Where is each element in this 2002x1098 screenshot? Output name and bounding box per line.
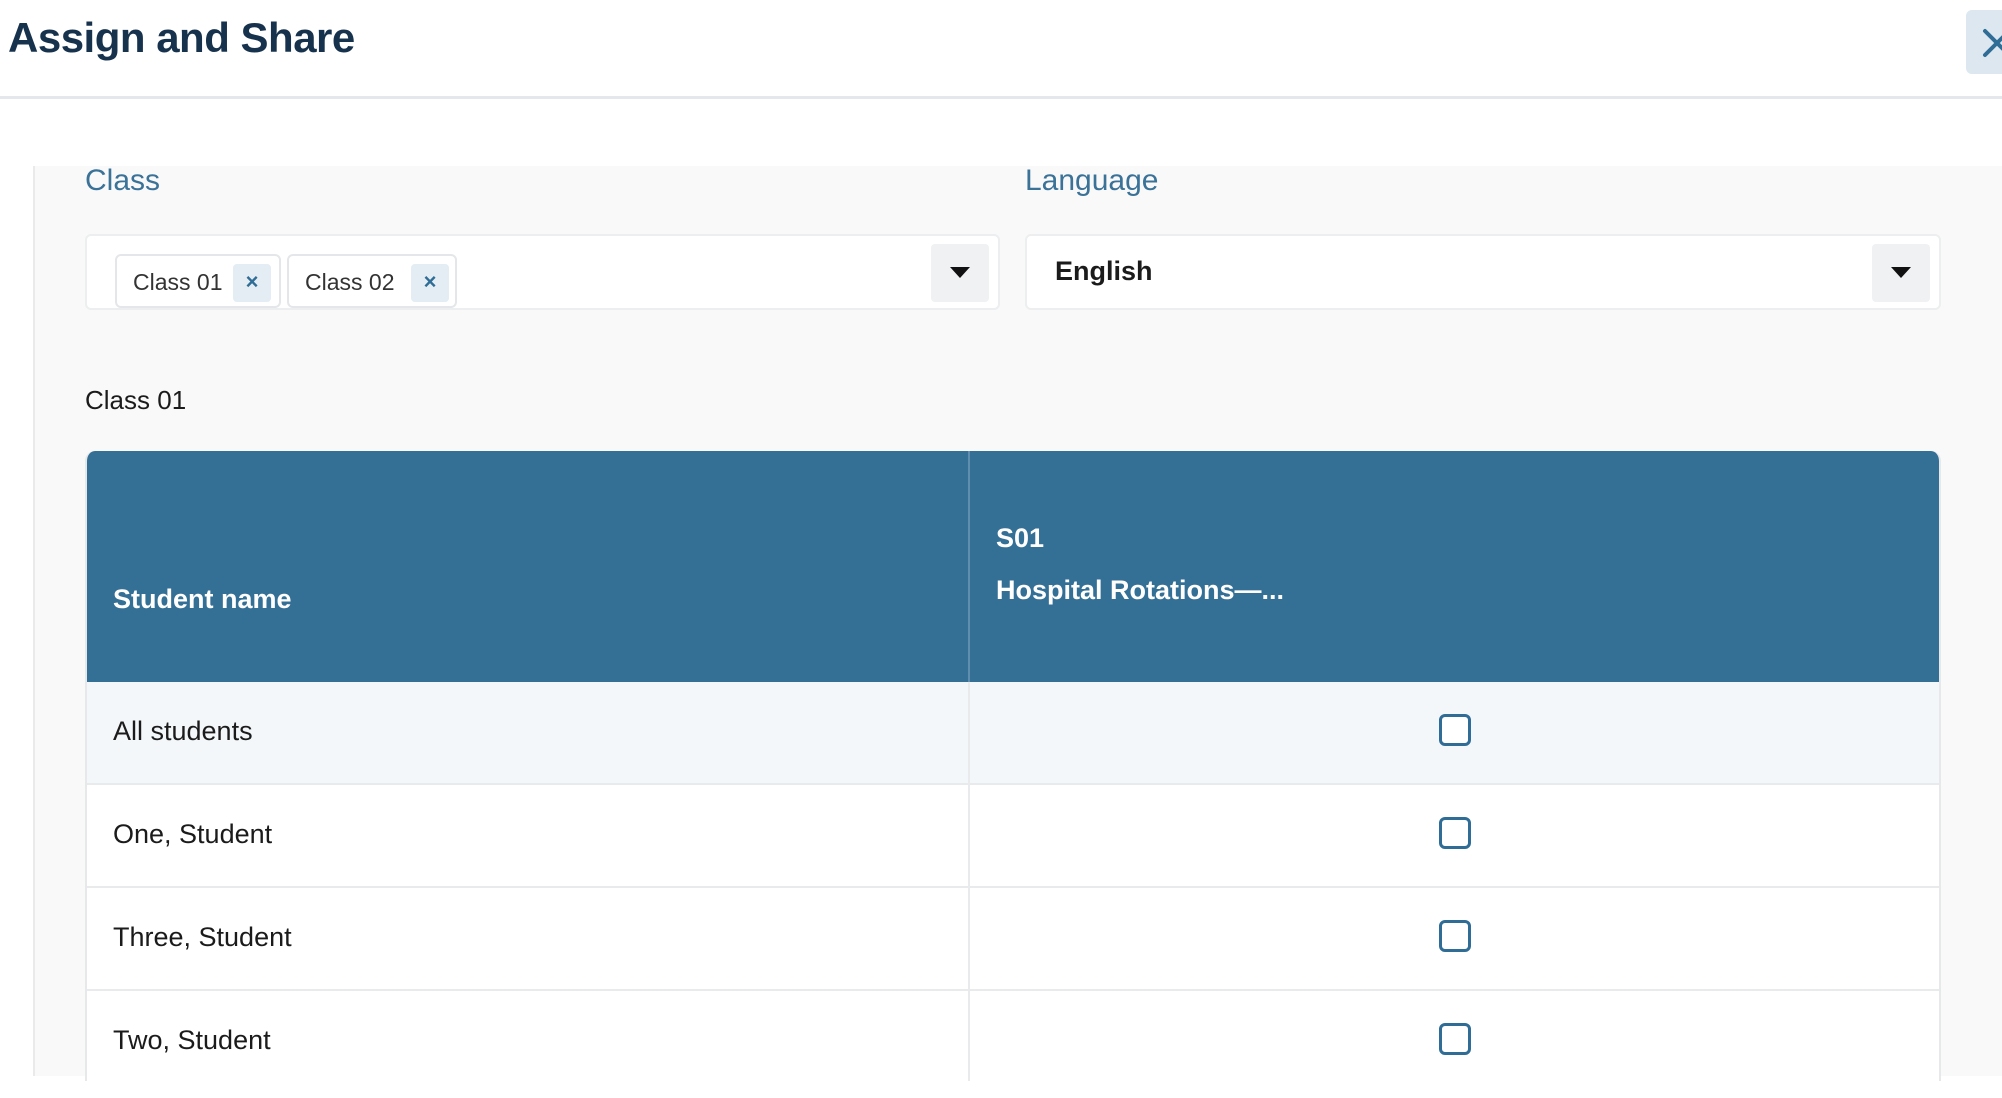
table-row-all-students: All students [87,682,1939,785]
assign-checkbox[interactable] [1439,714,1471,746]
class-label: Class [85,164,161,197]
table-row: Two, Student [87,991,1939,1081]
row-divider [968,682,970,783]
student-name: All students [113,716,253,746]
student-name: Two, Student [113,1025,271,1055]
language-label: Language [1025,164,1159,197]
modal-header: Assign and Share [0,0,2002,99]
chevron-down-icon [950,267,970,278]
table-row: Three, Student [87,888,1939,991]
language-select[interactable]: English [1025,234,1941,310]
table-header: Student name S01 Hospital Rotations—... [87,451,1939,682]
language-dropdown-button[interactable] [1872,244,1930,302]
row-divider [968,785,970,886]
header-assignment-title: Hospital Rotations—... [996,575,1285,605]
student-name: Three, Student [113,922,292,952]
class-chip-label: Class 01 [133,269,223,295]
modal-title: Assign and Share [8,14,355,61]
section-title: Class 01 [85,385,187,415]
header-student-name: Student name [113,584,292,614]
assign-checkbox[interactable] [1439,817,1471,849]
student-name: One, Student [113,819,273,849]
class-chip: Class 01 × [115,254,281,308]
class-chip: Class 02 × [287,254,457,308]
chip-remove-icon[interactable]: × [411,264,449,302]
header-divider [968,451,970,682]
row-divider [968,991,970,1081]
assign-checkbox[interactable] [1439,920,1471,952]
assign-checkbox[interactable] [1439,1023,1471,1055]
chevron-down-icon [1891,267,1911,278]
class-chip-label: Class 02 [305,269,395,295]
table-row: One, Student [87,785,1939,888]
chip-remove-icon[interactable]: × [233,264,271,302]
class-multiselect[interactable]: Class 01 × Class 02 × [85,234,1000,310]
close-icon [1983,29,2002,57]
student-assign-table: Student name S01 Hospital Rotations—... … [85,451,1941,1081]
language-value: English [1055,256,1153,286]
row-divider [968,888,970,989]
close-button[interactable] [1966,10,2002,74]
header-assignment-code: S01 [996,523,1045,553]
class-dropdown-button[interactable] [931,244,989,302]
